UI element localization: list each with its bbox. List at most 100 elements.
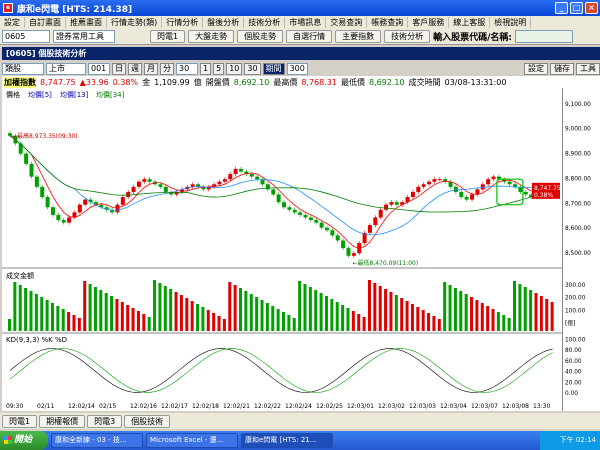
volume-bar <box>351 311 355 331</box>
menu-item-8[interactable]: 交易查詢 <box>326 17 368 28</box>
menu-item-7[interactable]: 市場訊息 <box>285 17 327 28</box>
toolbar-button-2[interactable]: 大盤走勢 <box>188 30 235 43</box>
menu-item-9[interactable]: 帳務查詢 <box>367 17 409 28</box>
y-tick: 8,500.00 <box>565 251 591 257</box>
date-label: 12:03/02 <box>378 403 405 410</box>
group-select[interactable]: 證券常用工具 <box>53 30 115 43</box>
minimize-button[interactable]: _ <box>555 2 568 14</box>
toolbar: 0605 證券常用工具 閃電1 大盤走勢 個股走勢 自選行情 主要指數 技術分析… <box>0 29 600 45</box>
market-select[interactable]: 上市 <box>46 63 86 75</box>
settings-button[interactable]: 設定 <box>524 63 548 75</box>
tools-button[interactable]: 工具 <box>576 63 600 75</box>
candle <box>131 186 136 192</box>
count-input[interactable]: 300 <box>286 63 308 75</box>
maximize-button[interactable]: □ <box>570 2 583 14</box>
menu-item-12[interactable]: 檢視說明 <box>490 17 532 28</box>
menu-item-10[interactable]: 客戶服務 <box>408 17 450 28</box>
vol-label: 金 <box>142 77 151 87</box>
volume-bar <box>34 294 38 331</box>
toolbar-button-5[interactable]: 主要指數 <box>335 30 382 43</box>
volume-bar <box>324 296 328 331</box>
task-2[interactable]: Microsoft Excel - 還... <box>146 433 238 448</box>
volume-bar <box>67 312 71 331</box>
candle <box>147 179 152 182</box>
save-button[interactable]: 儲存 <box>550 63 574 75</box>
num-select[interactable]: 001 <box>88 63 110 75</box>
range-10[interactable]: 10 <box>226 63 243 75</box>
volume-bar <box>239 288 243 331</box>
volume-bar <box>507 318 511 331</box>
volume-bar <box>362 317 366 331</box>
ma-line-13 <box>9 135 553 236</box>
status-tab-1[interactable]: 閃電1 <box>2 414 38 428</box>
technical-chart[interactable]: 價格 均價[5] 均價[13] 均價[34] ←最高8,973.35(09:30) ←最低… <box>2 88 562 411</box>
period-month[interactable]: 月 <box>144 63 158 75</box>
toolbar-button-6[interactable]: 技術分析 <box>384 30 431 43</box>
status-tab-4[interactable]: 個股技術 <box>124 414 171 428</box>
range-period[interactable]: 期間 <box>262 63 285 75</box>
start-button[interactable]: 開始 <box>0 431 48 450</box>
volume-bar <box>249 294 253 331</box>
window-title: 康和e閃電 [HTS: 214.38] <box>17 4 133 15</box>
toolbar-button-3[interactable]: 個股走勢 <box>237 30 284 43</box>
candle <box>249 174 254 177</box>
candle <box>217 181 222 185</box>
period-day[interactable]: 日 <box>112 63 126 75</box>
volume-bar <box>480 303 484 331</box>
volume-bar <box>341 305 345 331</box>
menu-item-2[interactable]: 推薦畫面 <box>66 17 107 28</box>
toolbar-button-4[interactable]: 自選行情 <box>286 30 333 43</box>
candle <box>18 143 23 154</box>
y-tick: 9,000.00 <box>565 127 591 133</box>
volume-bar <box>13 282 17 331</box>
date-label: 12:02/22 <box>254 403 281 410</box>
code-select[interactable]: 0605 <box>2 30 50 43</box>
candle <box>330 230 335 236</box>
menu-item-5[interactable]: 盤後分析 <box>203 17 245 28</box>
candle <box>378 209 383 218</box>
status-tab-2[interactable]: 期權報價 <box>39 414 86 428</box>
minute-select[interactable]: 30 <box>176 63 198 75</box>
menu-item-11[interactable]: 線上客服 <box>449 17 491 28</box>
candle <box>486 179 491 185</box>
y-axis: 9,100.00 9,000.00 8,900.00 8,800.00 8,700.00… <box>562 88 600 411</box>
task-3[interactable]: 康和e閃電 [HTS: 21... <box>241 433 333 448</box>
type-select[interactable]: 類股 <box>2 63 44 75</box>
menu-item-0[interactable]: 設定 <box>0 17 25 28</box>
volume-bar <box>88 284 92 331</box>
candle <box>416 186 421 192</box>
volume-bar <box>163 286 167 331</box>
menu-item-6[interactable]: 技術分析 <box>244 17 286 28</box>
menu-item-4[interactable]: 行情分析 <box>162 17 204 28</box>
close-button[interactable]: × <box>585 2 598 14</box>
volume-bar <box>400 298 404 331</box>
period-min[interactable]: 分 <box>160 63 174 75</box>
volume-bar <box>539 296 543 331</box>
range-30[interactable]: 30 <box>244 63 261 75</box>
status-tab-3[interactable]: 閃電3 <box>87 414 123 428</box>
date-label: 12:02/16 <box>130 403 157 410</box>
volume-bar <box>201 307 205 331</box>
range-5[interactable]: 5 <box>213 63 225 75</box>
vol-tick: 200.00 <box>565 296 586 302</box>
candle <box>287 207 292 210</box>
menu-item-1[interactable]: 自訂畫面 <box>25 17 66 28</box>
range-1[interactable]: 1 <box>200 63 212 75</box>
volume-bar <box>292 318 296 331</box>
task-1[interactable]: 康和全新練 - 03 - 技... <box>51 433 143 448</box>
low-annotation: ←最低8,470.09(11:00) <box>352 259 418 267</box>
volume-bar <box>255 297 259 331</box>
period-week[interactable]: 週 <box>128 63 142 75</box>
candle <box>56 214 61 221</box>
stock-input[interactable] <box>514 30 573 43</box>
volume-bar <box>335 302 339 331</box>
volume-bar <box>265 303 269 331</box>
clock: 下午 02:14 <box>540 431 600 450</box>
date-label: 12:02/18 <box>192 403 219 410</box>
menu-item-3[interactable]: 行情走勢(類) <box>107 17 163 28</box>
candle <box>239 168 244 172</box>
toolbar-button-1[interactable]: 閃電1 <box>150 30 186 43</box>
volume-bar <box>185 298 189 331</box>
volume-bar <box>233 285 237 331</box>
volume-bar <box>491 309 495 331</box>
